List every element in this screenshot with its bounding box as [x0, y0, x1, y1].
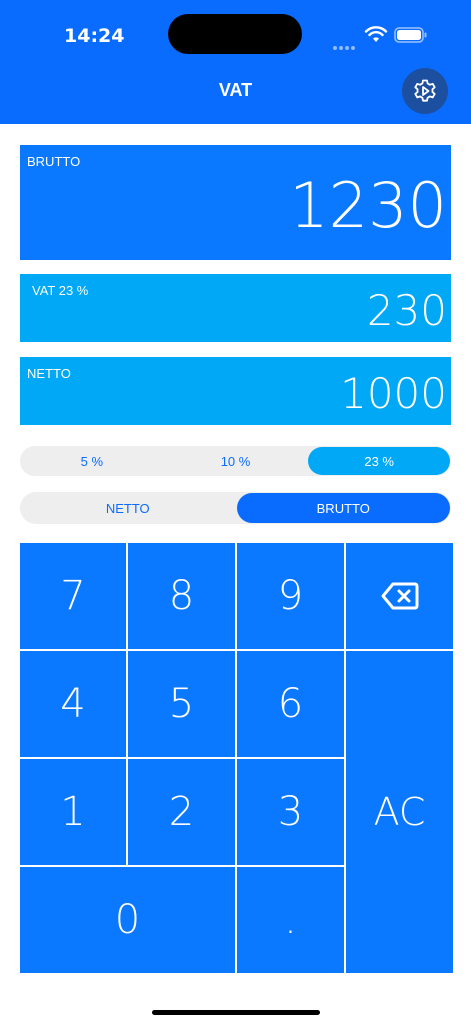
gear-icon: [414, 79, 436, 102]
mode-option-netto[interactable]: NETTO: [21, 493, 235, 523]
dynamic-island: [168, 14, 302, 54]
status-time: 14:24: [64, 25, 125, 47]
rate-option-10[interactable]: 10 %: [165, 447, 307, 475]
home-indicator[interactable]: [152, 1010, 320, 1015]
vat-label: VAT 23 %: [32, 283, 89, 298]
key-7[interactable]: 7: [20, 543, 126, 649]
key-2[interactable]: 2: [128, 759, 235, 865]
backspace-icon: [381, 582, 418, 610]
rate-option-23[interactable]: 23 %: [308, 447, 451, 475]
mode-option-brutto[interactable]: BRUTTO: [236, 493, 450, 523]
key-4[interactable]: 4: [20, 651, 126, 757]
key-9[interactable]: 9: [237, 543, 344, 649]
battery-icon: [394, 27, 427, 43]
backspace-button[interactable]: [346, 543, 453, 649]
brutto-value: 1230: [289, 169, 447, 242]
vat-rate-selector: 5 % 10 % 23 %: [20, 446, 451, 476]
netto-display: NETTO 1000: [20, 357, 451, 425]
key-6[interactable]: 6: [237, 651, 344, 757]
signal-icon: [333, 37, 357, 55]
key-3[interactable]: 3: [237, 759, 344, 865]
key-decimal[interactable]: .: [237, 867, 344, 973]
rate-option-5[interactable]: 5 %: [21, 447, 163, 475]
mode-selector: NETTO BRUTTO: [20, 492, 451, 524]
vat-value: 230: [366, 286, 447, 335]
brutto-display: BRUTTO 1230: [20, 145, 451, 260]
key-8[interactable]: 8: [128, 543, 235, 649]
settings-button[interactable]: [402, 68, 448, 114]
app-header: 14:24 VAT: [0, 0, 471, 124]
vat-display: VAT 23 % 230: [20, 274, 451, 342]
key-0[interactable]: 0: [20, 867, 235, 973]
netto-label: NETTO: [27, 366, 71, 381]
page-title: VAT: [218, 80, 253, 100]
wifi-icon: [364, 26, 388, 42]
netto-value: 1000: [340, 369, 447, 418]
key-1[interactable]: 1: [20, 759, 126, 865]
key-blank: [346, 867, 453, 973]
key-5[interactable]: 5: [128, 651, 235, 757]
keypad: 7 8 9 4 5 6 AC 1 2 3 0 .: [20, 543, 453, 975]
brutto-label: BRUTTO: [27, 154, 81, 169]
